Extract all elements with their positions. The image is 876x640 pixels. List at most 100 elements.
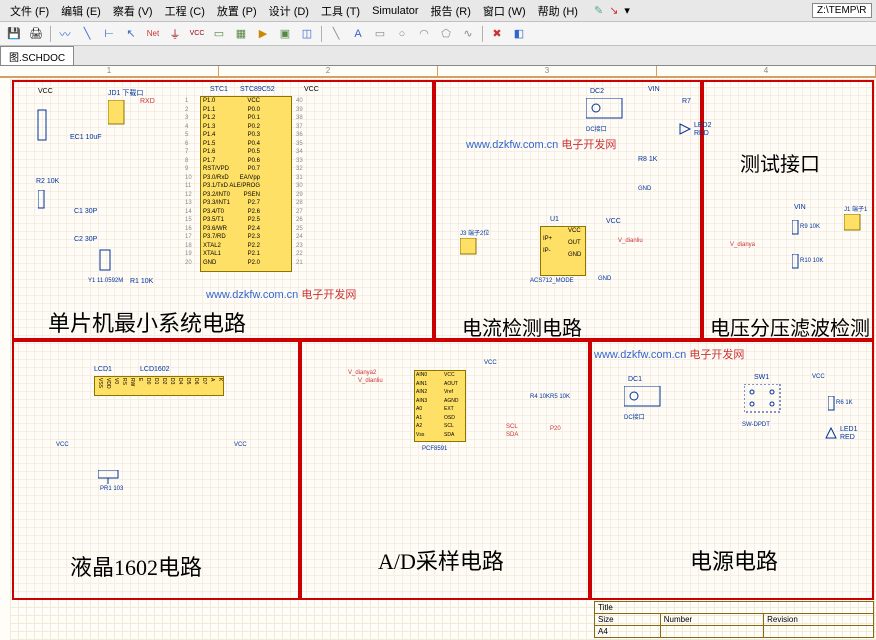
dc1-part: DC接口	[624, 412, 645, 421]
acs-ip: IP+	[543, 236, 552, 243]
title-label: Title	[595, 602, 874, 614]
menu-file[interactable]: 文件 (F)	[4, 1, 55, 21]
r7-ref: R7	[682, 98, 691, 105]
sheet-icon[interactable]: ▦	[231, 25, 251, 43]
stc-pin: P2.5	[248, 217, 260, 224]
harness-icon[interactable]: ◫	[297, 25, 317, 43]
a4-label: A4	[595, 626, 661, 638]
adc-part: PCF8591	[422, 446, 447, 452]
gnd-label: GND	[638, 186, 651, 192]
print-icon[interactable]: 🖨	[26, 25, 46, 43]
led1[interactable]	[824, 426, 838, 440]
header-j1[interactable]	[844, 214, 864, 234]
stc-pin: P2.2	[248, 243, 260, 250]
sw1-ref: SW1	[754, 374, 769, 381]
stc-pin: P0.4	[248, 141, 260, 148]
menu-report[interactable]: 报告 (R)	[425, 1, 477, 21]
net-icon[interactable]: Net	[143, 25, 163, 43]
resistor-r2[interactable]	[38, 190, 46, 210]
led2[interactable]	[678, 122, 692, 136]
dc-jack-dc2[interactable]	[586, 98, 626, 122]
menu-place[interactable]: 放置 (P)	[211, 1, 263, 21]
watermark-cn: 电子开发网	[561, 139, 616, 151]
vcc-icon[interactable]: VCC	[187, 25, 207, 43]
header-jd1[interactable]	[108, 100, 128, 128]
dc2-part: DC接口	[586, 124, 607, 133]
lcd-pin: D4	[176, 378, 183, 384]
pot-pr1[interactable]	[98, 470, 122, 484]
rect-icon[interactable]: ▭	[370, 25, 390, 43]
crystal-y1[interactable]	[98, 246, 114, 276]
select-icon[interactable]: ◧	[509, 25, 529, 43]
vcc-label: VCC	[38, 88, 53, 95]
stc-pin: P3.3/INT1	[203, 200, 230, 207]
gnd-label: GND	[598, 276, 611, 282]
schematic-sheet[interactable]: STC1 STC89C52 P1.01P1.12P1.23P1.34P1.45P…	[10, 78, 876, 640]
line-icon[interactable]: ╲	[326, 25, 346, 43]
menu-edit[interactable]: 编辑 (E)	[55, 1, 107, 21]
junction-icon[interactable]: ⊢	[99, 25, 119, 43]
save-icon[interactable]: 💾	[4, 25, 24, 43]
acs-ip: IP-	[543, 248, 551, 255]
pencil-icon[interactable]: ✎	[594, 4, 603, 17]
led2-part: RED	[694, 130, 709, 137]
dc-jack-dc1[interactable]	[624, 386, 664, 410]
sheet-entry-icon[interactable]: ▣	[275, 25, 295, 43]
adc-pin: A1	[416, 415, 422, 422]
stc-pin: P3.5/T1	[203, 217, 224, 224]
menu-help[interactable]: 帮助 (H)	[532, 1, 584, 21]
mcu-label: 单片机最小系统电路	[48, 306, 246, 338]
document-tab[interactable]: 图.SCHDOC	[0, 46, 74, 65]
vcc-label: VCC	[56, 442, 69, 448]
r1-ref: R1 10K	[130, 278, 153, 285]
chevron-down-icon[interactable]: ▾	[624, 4, 630, 17]
ruler-col-1: 1	[0, 66, 219, 76]
ellipse-icon[interactable]: ○	[392, 25, 412, 43]
power-icon[interactable]: ⏚	[165, 25, 185, 43]
u1-ref: U1	[550, 216, 559, 223]
bezier-icon[interactable]: ∿	[458, 25, 478, 43]
watermark-cn: 电子开发网	[301, 289, 356, 301]
rxd-label: RXD	[140, 98, 155, 105]
watermark: www.dzkfw.com.cn 电子开发网	[466, 136, 616, 152]
stc-pin: P1.0	[203, 98, 215, 105]
netlabel-icon[interactable]: ↖	[121, 25, 141, 43]
polygon-icon[interactable]: ⬠	[436, 25, 456, 43]
watermark: www.dzkfw.com.cn 电子开发网	[594, 346, 744, 362]
menu-project[interactable]: 工程 (C)	[159, 1, 211, 21]
menu-view[interactable]: 察看 (V)	[107, 1, 159, 21]
path-display: Z:\TEMP\R	[812, 3, 872, 18]
switch-sw1[interactable]	[744, 384, 784, 416]
part-icon[interactable]: ▭	[209, 25, 229, 43]
bus-icon[interactable]: ╲	[77, 25, 97, 43]
c2-ref: C2 30P	[74, 236, 97, 243]
resistor-r9[interactable]	[792, 220, 800, 236]
arc-icon[interactable]: ◠	[414, 25, 434, 43]
resistor-r10[interactable]	[792, 254, 800, 270]
schematic-canvas[interactable]: 1 2 3 4 STC1 STC89C52 P1.01P1.12P1.23P1.…	[0, 66, 876, 640]
toolbar: 💾 🖨 〰 ╲ ⊢ ↖ Net ⏚ VCC ▭ ▦ ▶ ▣ ◫ ╲ A ▭ ○ …	[0, 22, 876, 46]
resistor-r6[interactable]	[828, 396, 836, 412]
stc-pin: P0.1	[248, 115, 260, 122]
acs-vcc: VCC	[568, 228, 581, 235]
stc-pin: P3.2/INT0	[203, 192, 230, 199]
menu-window[interactable]: 窗口 (W)	[477, 1, 532, 21]
cross-probe-icon[interactable]: ✖	[487, 25, 507, 43]
vdianya2-label: V_dianya2	[348, 370, 376, 376]
svg-text:S1: S1	[34, 106, 42, 108]
header-j3[interactable]	[460, 238, 480, 258]
r5-ref: R5 10K	[550, 394, 570, 400]
port-icon[interactable]: ▶	[253, 25, 273, 43]
stc-pin: P3.7/RD	[203, 234, 226, 241]
separator	[321, 26, 322, 42]
arrow-icon[interactable]: ↘	[609, 4, 618, 17]
number-label: Number	[660, 614, 763, 626]
menu-simulator[interactable]: Simulator	[366, 3, 424, 19]
ec1-ref: EC1 10uF	[70, 134, 102, 141]
menu-tools[interactable]: 工具 (T)	[315, 1, 366, 21]
wire-icon[interactable]: 〰	[55, 25, 75, 43]
text-icon[interactable]: A	[348, 25, 368, 43]
vdianliu-label: V_dianliu	[618, 238, 643, 244]
menu-design[interactable]: 设计 (D)	[263, 1, 315, 21]
switch-s1[interactable]: S1	[34, 106, 54, 146]
